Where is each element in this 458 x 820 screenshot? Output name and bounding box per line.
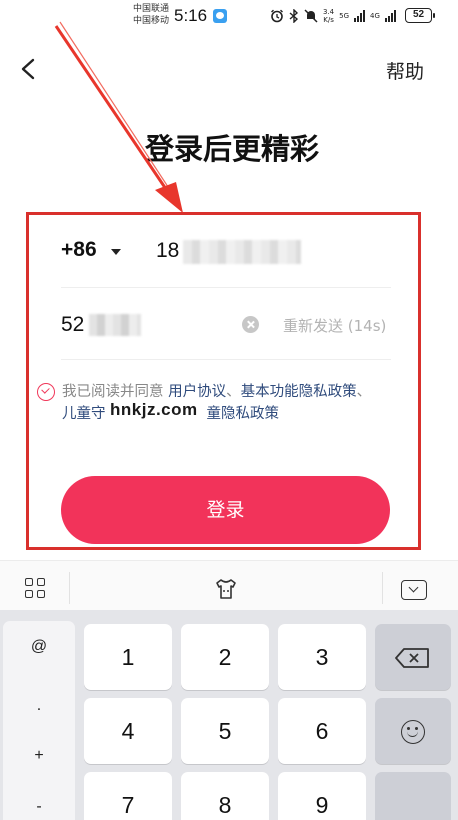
- help-link[interactable]: 帮助: [386, 57, 424, 84]
- page-title: 登录后更精彩: [144, 132, 319, 166]
- chevron-down-icon[interactable]: [111, 249, 121, 255]
- alarm-icon: [271, 9, 283, 23]
- phone-divider: [61, 287, 391, 288]
- back-icon[interactable]: [18, 58, 40, 80]
- message-notification-icon: [213, 9, 227, 23]
- country-code-selector[interactable]: +86: [61, 238, 97, 262]
- key-2[interactable]: 2: [181, 624, 269, 690]
- symbol-key-plus[interactable]: +: [3, 747, 75, 765]
- privacy-policy-link[interactable]: 基本功能隐私政策: [241, 384, 357, 400]
- function-key[interactable]: [375, 772, 451, 820]
- agreement-sep-2: 、: [356, 384, 372, 400]
- phone-redaction-blur: [183, 240, 301, 264]
- agreement-sep-1: 、: [226, 384, 241, 400]
- sim2-network-label: 4G: [370, 12, 380, 20]
- code-redaction-blur: [89, 314, 141, 336]
- code-divider: [61, 359, 391, 360]
- agreement-check-icon[interactable]: [37, 383, 55, 401]
- network-speed-value: 3.4: [323, 8, 335, 16]
- child-privacy-link[interactable]: 童隐私政策: [207, 406, 280, 422]
- child-guardian-link[interactable]: 儿童守: [62, 406, 106, 422]
- key-7[interactable]: 7: [84, 772, 172, 820]
- carrier-names: 中国联通 中国移动: [133, 3, 169, 27]
- key-1[interactable]: 1: [84, 624, 172, 690]
- carrier-1: 中国联通: [133, 4, 170, 14]
- symbol-key-minus[interactable]: -: [3, 798, 75, 816]
- key-6[interactable]: 6: [278, 698, 366, 764]
- status-icons: 3.4 K/s 5G 4G: [270, 6, 396, 26]
- smiley-icon: [401, 720, 425, 744]
- network-speed-unit: K/s: [323, 16, 334, 24]
- battery-indicator: 52: [405, 8, 435, 23]
- resend-code-button[interactable]: 重新发送 (14s): [283, 315, 386, 336]
- key-9[interactable]: 9: [278, 772, 366, 820]
- sim1-network: 5G: [339, 12, 349, 20]
- toolbar-divider-2: [382, 572, 383, 604]
- signal-icon: [354, 10, 366, 22]
- watermark-text: hnkjz.com: [110, 400, 198, 419]
- agreement-prefix: 我已阅读并同意: [62, 384, 169, 400]
- backspace-icon: [395, 648, 429, 668]
- symbol-key-at[interactable]: @: [3, 638, 75, 656]
- network-speed: 3.4 K/s: [323, 8, 334, 24]
- key-5[interactable]: 5: [181, 698, 269, 764]
- backspace-key[interactable]: [375, 624, 451, 690]
- user-agreement-link[interactable]: 用户协议: [168, 384, 226, 400]
- skin-shirt-icon[interactable]: [214, 577, 238, 601]
- key-3[interactable]: 3: [278, 624, 366, 690]
- verification-code-input[interactable]: 52: [61, 313, 84, 337]
- toolbar-divider: [69, 572, 70, 604]
- sim2-network: 4G: [370, 12, 380, 20]
- sim1-network-label: 5G: [339, 12, 350, 20]
- login-screen: 中国联通 中国移动 5:16 3.4 K/s 5G 4G 52 帮助 登录后更精…: [0, 0, 458, 820]
- key-8[interactable]: 8: [181, 772, 269, 820]
- status-time: 5:16: [174, 6, 208, 25]
- login-button[interactable]: 登录: [61, 476, 390, 544]
- clear-icon[interactable]: [242, 316, 259, 333]
- signal-icon-2: [384, 10, 396, 22]
- carrier-2: 中国移动: [133, 16, 170, 26]
- key-4[interactable]: 4: [84, 698, 172, 764]
- emoji-key[interactable]: [375, 698, 451, 764]
- phone-input[interactable]: 18: [156, 239, 179, 263]
- bluetooth-icon: [289, 9, 299, 23]
- grid-icon[interactable]: [25, 578, 47, 600]
- keyboard-hide-icon[interactable]: [401, 580, 427, 600]
- status-bar: 中国联通 中国移动 5:16 3.4 K/s 5G 4G 52: [0, 0, 458, 34]
- mute-icon: [304, 9, 318, 23]
- symbol-key-dot[interactable]: .: [3, 697, 75, 715]
